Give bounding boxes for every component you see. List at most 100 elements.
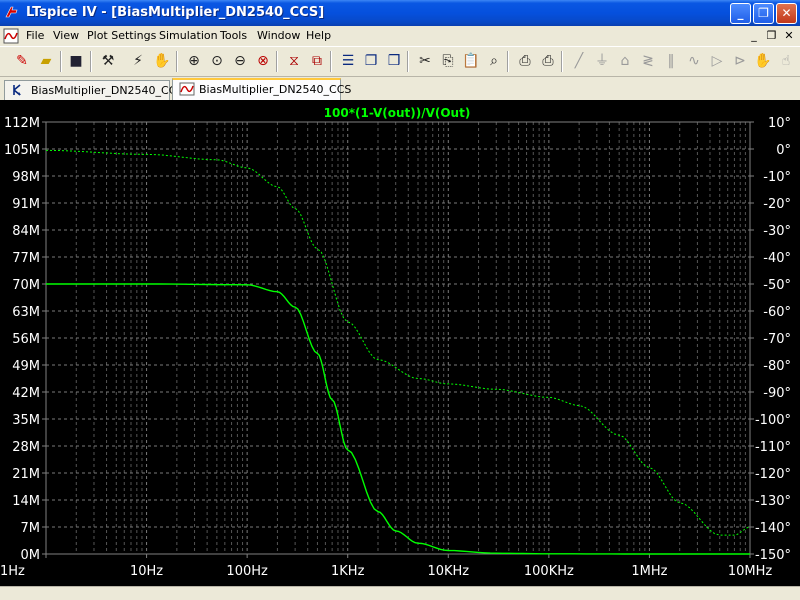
menu-view[interactable]: View <box>53 29 79 42</box>
left-tick-label: 42M <box>12 386 40 401</box>
toolbar-separator <box>507 51 509 72</box>
left-tick-label: 0M <box>21 548 41 563</box>
resistor-icon[interactable]: ≷ <box>638 51 658 71</box>
control-panel-icon[interactable]: ⚒ <box>98 51 118 71</box>
component-icon[interactable]: ⊳ <box>730 51 750 71</box>
tile-horizontal-icon[interactable]: ☰ <box>338 51 358 71</box>
diode-icon[interactable]: ▷ <box>707 51 727 71</box>
menu-bar: File View Plot Settings Simulation Tools… <box>0 26 800 46</box>
menu-tools[interactable]: Tools <box>220 29 247 42</box>
axis-ticks: 112M 105M 98M 91M 84M 77M 70M 63M 56M 49M 42M 35M 28… <box>0 116 791 579</box>
zoom-cancel-icon[interactable]: ⊗ <box>253 51 273 71</box>
zoom-out-icon[interactable]: ⊖ <box>230 51 250 71</box>
print-icon[interactable]: ⎙ <box>538 51 558 71</box>
minimize-button[interactable]: _ <box>730 3 751 24</box>
fit-icon[interactable]: ⧉ <box>307 51 327 71</box>
right-tick-label: -140° <box>755 521 791 536</box>
open-file-icon[interactable]: ▰ <box>36 51 56 71</box>
right-tick-label: -40° <box>763 251 791 266</box>
waveform-viewer[interactable]: 112M 105M 98M 91M 84M 77M 70M 63M 56M 49M 42M 35M 28… <box>0 100 800 586</box>
left-tick-label: 98M <box>12 170 40 185</box>
tab-waveform-label: BiasMultiplier_DN2540_CCS <box>199 83 352 96</box>
menu-plot-settings[interactable]: Plot Settings <box>87 29 156 42</box>
left-tick-label: 21M <box>12 467 40 482</box>
close-button[interactable]: ✕ <box>776 3 797 24</box>
window-title: LTspice IV - [BiasMultiplier_DN2540_CCS] <box>26 5 325 20</box>
left-tick-label: 49M <box>12 359 40 374</box>
plot-svg[interactable]: 112M 105M 98M 91M 84M 77M 70M 63M 56M 49M 42M 35M 28… <box>0 100 800 586</box>
move-icon[interactable]: ✋ <box>753 51 773 71</box>
x-tick-label: 100Hz <box>226 564 268 579</box>
left-tick-label: 77M <box>12 251 40 266</box>
left-tick-label: 105M <box>4 143 40 158</box>
left-tick-label: 63M <box>12 305 40 320</box>
x-tick-label: 1MHz <box>631 564 667 579</box>
right-tick-label: 0° <box>776 143 791 158</box>
cut-icon[interactable]: ✂ <box>415 51 435 71</box>
tile-vertical-icon[interactable]: ❒ <box>384 51 404 71</box>
waveform-doc-icon <box>3 28 19 44</box>
zoom-in-icon[interactable]: ⊕ <box>184 51 204 71</box>
capacitor-icon[interactable]: ‖ <box>661 51 681 71</box>
right-tick-label: 10° <box>768 116 791 131</box>
ground-icon[interactable]: ⏚ <box>592 51 612 71</box>
right-tick-label: -120° <box>755 467 791 482</box>
inductor-icon[interactable]: ∿ <box>684 51 704 71</box>
right-tick-label: -10° <box>763 170 791 185</box>
find-icon[interactable]: ⌕ <box>484 51 504 71</box>
left-tick-label: 56M <box>12 332 40 347</box>
run-icon[interactable]: ⚡ <box>128 51 148 71</box>
right-tick-label: -20° <box>763 197 791 212</box>
document-tab-bar: BiasMultiplier_DN2540_CCS BiasMultiplier… <box>0 76 800 101</box>
x-tick-label: 100KHz <box>524 564 574 579</box>
right-tick-label: -110° <box>755 440 791 455</box>
cascade-icon[interactable]: ❐ <box>361 51 381 71</box>
tab-waveform[interactable]: BiasMultiplier_DN2540_CCS <box>172 78 351 101</box>
menu-help[interactable]: Help <box>306 29 331 42</box>
restore-button[interactable]: ❐ <box>753 3 774 24</box>
save-icon[interactable]: ■ <box>66 51 86 71</box>
drag-icon[interactable]: ☝ <box>776 51 796 71</box>
right-tick-label: -30° <box>763 224 791 239</box>
tab-schematic[interactable]: BiasMultiplier_DN2540_CCS <box>4 80 183 100</box>
toolbar-separator <box>330 51 332 72</box>
waveform-icon <box>179 82 195 96</box>
halt-icon[interactable]: ✋ <box>152 51 172 71</box>
paste-icon[interactable]: 📋 <box>461 51 481 71</box>
status-bar <box>0 586 800 600</box>
zoom-box-icon[interactable]: ⊙ <box>207 51 227 71</box>
right-tick-label: -50° <box>763 278 791 293</box>
right-tick-label: -100° <box>755 413 791 428</box>
open-schematic-icon[interactable]: ✎ <box>12 51 32 71</box>
mdi-buttons: _ ❐ ✕ <box>747 29 796 42</box>
trace-label[interactable]: 100*(1-V(out))/V(Out) <box>324 106 471 120</box>
toolbar-separator <box>407 51 409 72</box>
copy-icon[interactable]: ⎘ <box>438 51 458 71</box>
print-preview-icon[interactable]: ⎙ <box>515 51 535 71</box>
toolbar-separator <box>60 51 62 72</box>
schematic-icon <box>13 84 21 96</box>
menu-file[interactable]: File <box>26 29 44 42</box>
wire-icon[interactable]: ╱ <box>569 51 589 71</box>
right-tick-label: -80° <box>763 359 791 374</box>
x-tick-label: 1KHz <box>331 564 365 579</box>
mdi-minimize-button[interactable]: _ <box>747 29 761 42</box>
left-tick-label: 14M <box>12 494 40 509</box>
x-tick-label: 10Hz <box>130 564 163 579</box>
left-tick-label: 70M <box>12 278 40 293</box>
toolbar: ✎ ▰ ■ ⚒ ⚡ ✋ ⊕ ⊙ ⊖ ⊗ ⧖ ⧉ ☰ ❐ ❒ ✂ ⎘ 📋 ⌕ ⎙ … <box>0 46 800 76</box>
right-tick-label: -150° <box>755 548 791 563</box>
left-tick-label: 7M <box>21 521 41 536</box>
autorange-icon[interactable]: ⧖ <box>284 51 304 71</box>
tab-schematic-label: BiasMultiplier_DN2540_CCS <box>31 84 184 97</box>
toolbar-separator <box>276 51 278 72</box>
right-tick-label: -130° <box>755 494 791 509</box>
x-tick-label: 10KHz <box>427 564 469 579</box>
mdi-restore-button[interactable]: ❐ <box>765 29 779 42</box>
menu-simulation[interactable]: Simulation <box>159 29 218 42</box>
menu-window[interactable]: Window <box>257 29 300 42</box>
mdi-close-button[interactable]: ✕ <box>782 29 796 42</box>
toolbar-separator <box>176 51 178 72</box>
label-icon[interactable]: ⌂ <box>615 51 635 71</box>
toolbar-separator <box>561 51 563 72</box>
